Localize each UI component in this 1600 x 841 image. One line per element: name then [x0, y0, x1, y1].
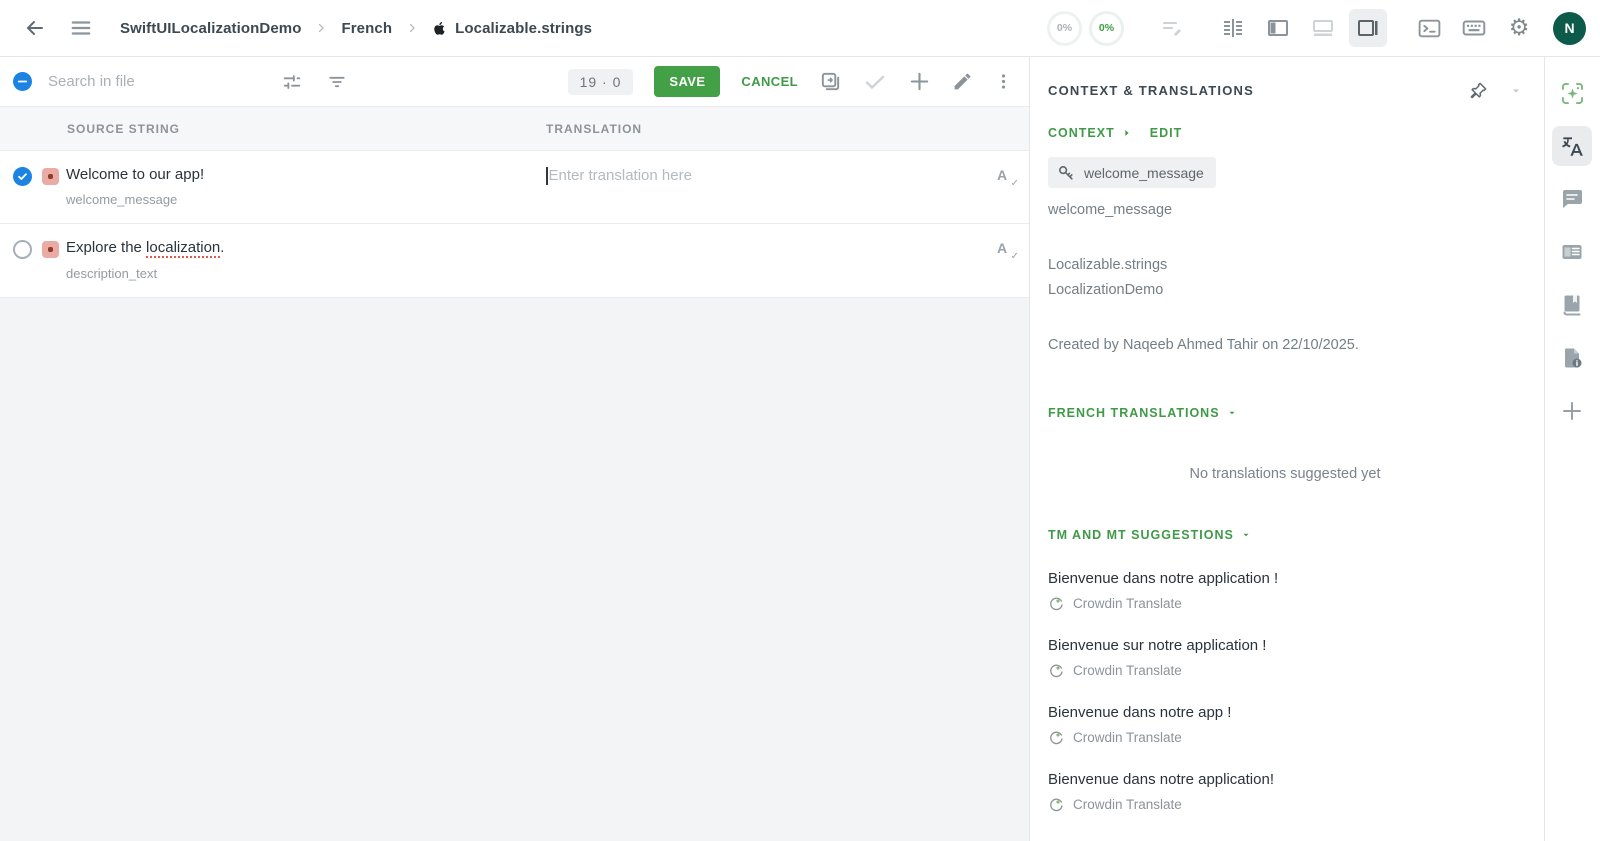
- suggestions-section-header[interactable]: TM AND MT SUGGESTIONS: [1048, 528, 1251, 542]
- apple-icon: [432, 20, 447, 37]
- table-header: SOURCE STRING TRANSLATION: [0, 107, 1029, 151]
- comfortable-view-icon[interactable]: [1214, 9, 1252, 47]
- user-avatar[interactable]: N: [1553, 11, 1586, 45]
- ai-assistant-icon[interactable]: [1552, 73, 1592, 113]
- add-panel-icon[interactable]: [1552, 391, 1592, 431]
- suggestion-text[interactable]: Bienvenue sur notre application !: [1048, 637, 1522, 654]
- crowdin-logo-icon: [1048, 796, 1064, 812]
- suggestion-item[interactable]: Bienvenue dans notre application ! Crowd…: [1048, 570, 1522, 611]
- spellcheck-icon[interactable]: A ✓: [997, 167, 1019, 189]
- suggestion-text[interactable]: Bienvenue dans notre app !: [1048, 704, 1522, 721]
- source-string-text: Welcome to our app!: [66, 166, 205, 183]
- untranslated-status-icon: [42, 168, 59, 185]
- source-column-header: SOURCE STRING: [67, 121, 181, 136]
- key-icon: [1056, 163, 1075, 182]
- context-section-label[interactable]: CONTEXT: [1048, 126, 1132, 140]
- save-button[interactable]: SAVE: [654, 66, 721, 97]
- top-bar: SwiftUILocalizationDemo French Localizab…: [0, 0, 1600, 57]
- search-input[interactable]: [48, 73, 263, 90]
- translations-section-header[interactable]: FRENCH TRANSLATIONS: [1048, 406, 1237, 420]
- back-button[interactable]: [18, 11, 52, 45]
- comments-tab-icon[interactable]: [1552, 179, 1592, 219]
- topbar-actions: 0% 0% ⚙ N: [1047, 9, 1586, 47]
- suggestion-item[interactable]: Bienvenue sur notre application ! Crowdi…: [1048, 637, 1522, 678]
- no-translations-message: No translations suggested yet: [1189, 466, 1381, 483]
- panel-caret-icon[interactable]: [1510, 85, 1522, 97]
- row-checkbox-checked[interactable]: [13, 167, 32, 186]
- spellcheck-icon[interactable]: A ✓: [997, 240, 1019, 262]
- breadcrumb: SwiftUILocalizationDemo French Localizab…: [120, 20, 592, 37]
- edit-translations-icon[interactable]: [1153, 9, 1191, 47]
- select-all-checkbox[interactable]: [13, 72, 32, 91]
- suggestion-text[interactable]: Bienvenue dans notre application!: [1048, 771, 1522, 788]
- translation-editor-cell[interactable]: Enter translation here: [546, 167, 692, 185]
- suggestion-item[interactable]: Bienvenue dans notre application! Crowdi…: [1048, 771, 1522, 812]
- breadcrumb-file[interactable]: Localizable.strings: [432, 20, 592, 37]
- string-key: welcome_message: [66, 192, 178, 208]
- translated-progress-badge[interactable]: 0%: [1047, 10, 1082, 46]
- bottom-panel-view-icon[interactable]: [1304, 9, 1342, 47]
- editor-toolbar: 19 · 0 SAVE CANCEL: [0, 57, 1029, 107]
- chevron-right-icon: [406, 22, 418, 34]
- context-panel: CONTEXT & TRANSLATIONS CONTEXT EDIT welc…: [1030, 57, 1545, 841]
- file-name-text: Localizable.strings: [1048, 257, 1168, 274]
- table-row[interactable]: Explore the localization. description_te…: [0, 224, 1029, 298]
- untranslated-status-icon: [42, 241, 59, 259]
- string-key: description_text: [66, 265, 158, 281]
- text-cursor: [546, 167, 548, 185]
- suggestion-provider: Crowdin Translate: [1048, 729, 1522, 745]
- chevron-right-icon: [315, 22, 327, 34]
- panel-title: CONTEXT & TRANSLATIONS: [1048, 83, 1254, 98]
- crowdin-logo-icon: [1048, 595, 1064, 611]
- approved-progress-badge[interactable]: 0%: [1089, 10, 1124, 46]
- translations-tab-icon[interactable]: [1552, 126, 1592, 166]
- tools-rail: [1545, 57, 1599, 841]
- terminal-icon[interactable]: [1410, 9, 1448, 47]
- suggestion-provider: Crowdin Translate: [1048, 796, 1522, 812]
- translation-column-header: TRANSLATION: [546, 121, 643, 136]
- side-by-side-view-icon[interactable]: [1259, 9, 1297, 47]
- search-settings-icon[interactable]: [281, 71, 303, 93]
- dictionary-tab-icon[interactable]: [1552, 285, 1592, 325]
- crowdin-logo-icon: [1048, 662, 1064, 678]
- created-by-text: Created by Naqeeb Ahmed Tahir on 22/10/2…: [1048, 337, 1359, 354]
- table-row[interactable]: Welcome to our app! welcome_message Ente…: [0, 151, 1029, 225]
- pin-panel-icon[interactable]: [1469, 81, 1488, 100]
- breadcrumb-project[interactable]: SwiftUILocalizationDemo: [120, 20, 301, 37]
- suggestion-provider: Crowdin Translate: [1048, 662, 1522, 678]
- editor-pane: 19 · 0 SAVE CANCEL: [0, 57, 1030, 841]
- string-key-chip[interactable]: welcome_message: [1048, 157, 1216, 188]
- terms-tab-icon[interactable]: [1552, 232, 1592, 272]
- add-string-icon[interactable]: [908, 70, 931, 93]
- approve-check-icon[interactable]: [863, 70, 887, 94]
- file-info-tab-icon[interactable]: [1552, 338, 1592, 378]
- suggestion-text[interactable]: Bienvenue dans notre application !: [1048, 570, 1522, 587]
- edit-context-button[interactable]: EDIT: [1150, 126, 1182, 140]
- settings-gear-icon[interactable]: ⚙: [1500, 9, 1538, 47]
- project-name-text: LocalizationDemo: [1048, 282, 1164, 299]
- string-list: Welcome to our app! welcome_message Ente…: [0, 151, 1029, 841]
- suggestion-provider: Crowdin Translate: [1048, 595, 1522, 611]
- string-counter-badge: 19 · 0: [567, 68, 634, 95]
- right-panel-view-icon[interactable]: [1349, 9, 1387, 47]
- source-string-text: Explore the localization.: [66, 239, 225, 259]
- menu-button[interactable]: [64, 11, 98, 45]
- edit-string-icon[interactable]: [952, 71, 973, 92]
- breadcrumb-file-label: Localizable.strings: [455, 19, 593, 37]
- key-name-text: welcome_message: [1048, 202, 1173, 218]
- copy-source-icon[interactable]: [819, 70, 842, 93]
- keyboard-shortcuts-icon[interactable]: [1455, 9, 1493, 47]
- breadcrumb-language[interactable]: French: [341, 20, 392, 37]
- suggestion-item[interactable]: Bienvenue dans notre app ! Crowdin Trans…: [1048, 704, 1522, 745]
- cancel-button[interactable]: CANCEL: [741, 74, 798, 89]
- crowdin-logo-icon: [1048, 729, 1064, 745]
- row-checkbox-unchecked[interactable]: [13, 240, 32, 260]
- filter-icon[interactable]: [327, 72, 347, 92]
- more-options-icon[interactable]: [994, 72, 1013, 91]
